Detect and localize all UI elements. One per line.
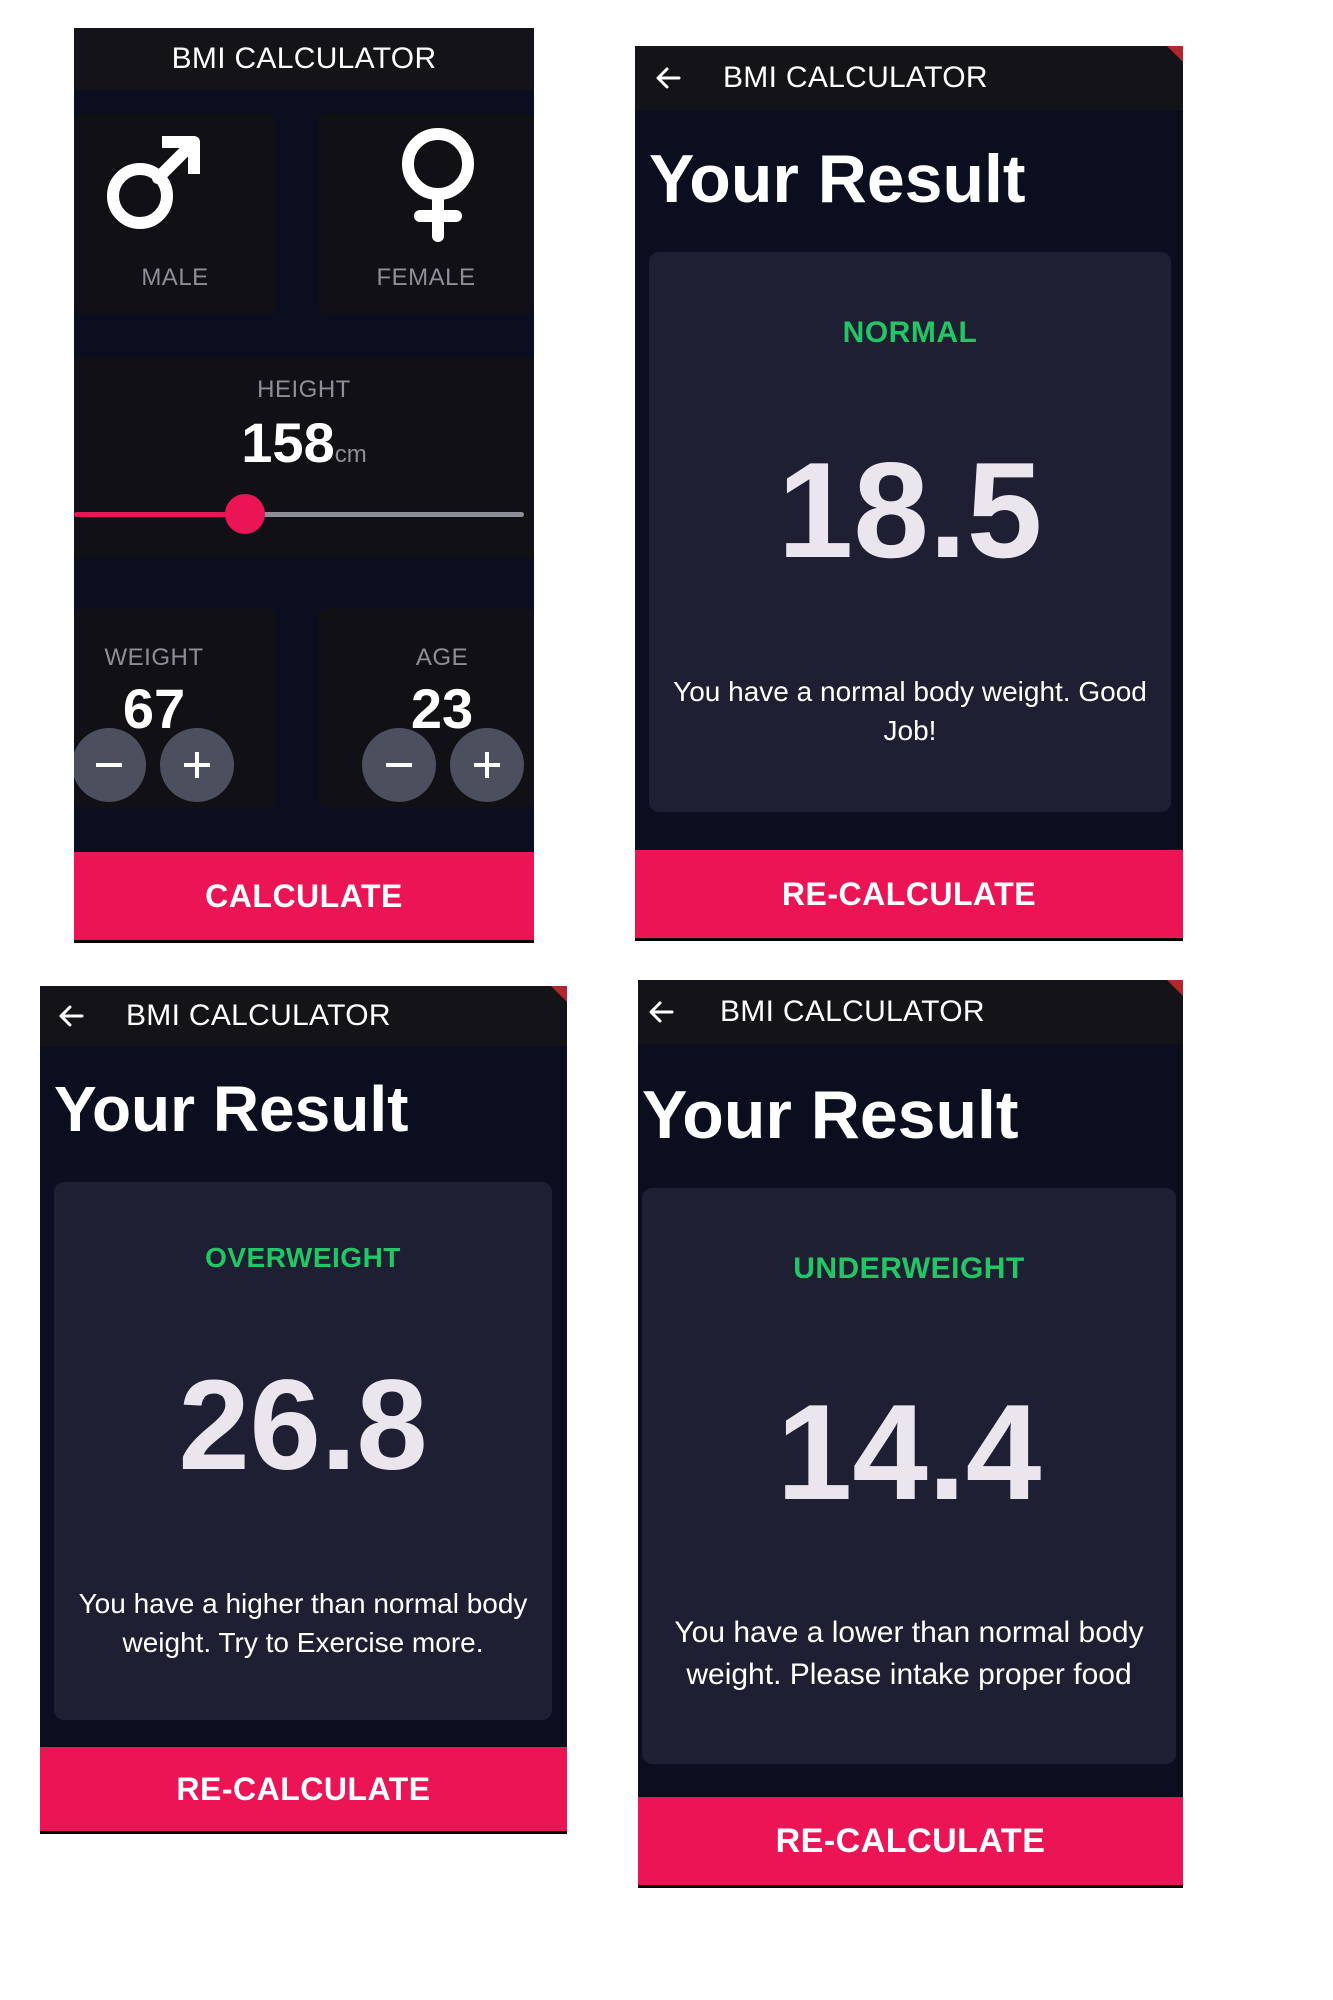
result-card: UNDERWEIGHT 14.4 You have a lower than n… — [642, 1188, 1176, 1764]
recalculate-button[interactable]: RE-CALCULATE — [638, 1797, 1183, 1885]
bmi-value: 14.4 — [776, 1376, 1042, 1528]
app-bar: BMI CALCULATOR — [635, 46, 1183, 110]
age-decrement-button[interactable] — [362, 728, 436, 802]
height-slider[interactable] — [74, 494, 524, 534]
result-heading: Your Result — [649, 141, 1026, 217]
weight-increment-button[interactable] — [160, 728, 234, 802]
bmi-value: 18.5 — [777, 434, 1043, 586]
height-value-row: 158cm — [74, 410, 534, 475]
bmi-status: OVERWEIGHT — [205, 1242, 401, 1273]
female-symbol-icon — [398, 126, 478, 251]
debug-banner-icon — [551, 986, 567, 1002]
recalculate-button[interactable]: RE-CALCULATE — [40, 1747, 567, 1831]
back-arrow-icon[interactable] — [56, 1001, 86, 1031]
bmi-advice: You have a normal body weight. Good Job! — [673, 676, 1147, 747]
divider — [638, 1885, 1183, 1888]
age-label: AGE — [415, 644, 469, 671]
female-label: FEMALE — [376, 264, 476, 291]
app-title: BMI CALCULATOR — [723, 61, 988, 94]
app-bar: BMI CALCULATOR — [40, 986, 567, 1046]
back-arrow-icon[interactable] — [653, 63, 683, 93]
bmi-status: NORMAL — [842, 316, 978, 349]
back-arrow-icon[interactable] — [646, 997, 676, 1027]
slider-inactive-track — [245, 512, 524, 517]
result-heading: Your Result — [54, 1073, 409, 1145]
height-card: HEIGHT 158cm — [74, 358, 534, 558]
app-title: BMI CALCULATOR — [126, 999, 391, 1032]
recalculate-button[interactable]: RE-CALCULATE — [635, 850, 1183, 938]
plus-icon — [474, 752, 500, 778]
bmi-status: UNDERWEIGHT — [793, 1252, 1025, 1285]
bmi-value: 26.8 — [178, 1354, 428, 1497]
male-label: MALE — [141, 264, 209, 291]
result-screen-underweight: BMI CALCULATOR Your Result UNDERWEIGHT 1… — [638, 980, 1183, 1888]
height-label: HEIGHT — [257, 376, 351, 403]
bmi-advice: You have a higher than normal body weigh… — [78, 1588, 528, 1659]
minus-icon — [96, 763, 122, 767]
result-card: NORMAL 18.5 You have a normal body weigh… — [649, 252, 1171, 812]
result-screen-normal: BMI CALCULATOR Your Result NORMAL 18.5 Y… — [635, 46, 1183, 941]
weight-card: WEIGHT 67 — [74, 608, 276, 808]
result-card: OVERWEIGHT 26.8 You have a higher than n… — [54, 1182, 552, 1720]
bmi-advice: You have a lower than normal body weight… — [674, 1616, 1144, 1691]
age-card: AGE 23 — [318, 608, 534, 808]
height-value: 158 — [241, 411, 335, 474]
male-card[interactable]: MALE — [74, 114, 276, 314]
result-heading: Your Result — [642, 1077, 1019, 1153]
male-symbol-icon — [100, 132, 204, 241]
weight-label: WEIGHT — [104, 644, 204, 671]
divider — [74, 940, 534, 943]
slider-active-track — [74, 512, 245, 517]
female-card[interactable]: FEMALE — [318, 114, 534, 314]
calculate-button[interactable]: CALCULATE — [74, 852, 534, 940]
app-bar: BMI CALCULATOR — [638, 980, 1183, 1044]
app-title: BMI CALCULATOR — [171, 42, 437, 75]
plus-icon — [184, 752, 210, 778]
input-screen: BMI CALCULATOR MALE FEMALE HEIGHT 158cm — [74, 28, 534, 943]
minus-icon — [386, 763, 412, 767]
debug-banner-icon — [1167, 980, 1183, 996]
result-screen-overweight: BMI CALCULATOR Your Result OVERWEIGHT 26… — [40, 986, 567, 1834]
app-bar: BMI CALCULATOR — [74, 28, 534, 90]
height-unit: cm — [334, 441, 367, 468]
debug-banner-icon — [1167, 46, 1183, 62]
weight-decrement-button[interactable] — [74, 728, 146, 802]
slider-thumb[interactable] — [225, 494, 265, 534]
divider — [635, 938, 1183, 941]
app-title: BMI CALCULATOR — [720, 995, 985, 1028]
age-increment-button[interactable] — [450, 728, 524, 802]
divider — [40, 1831, 567, 1834]
